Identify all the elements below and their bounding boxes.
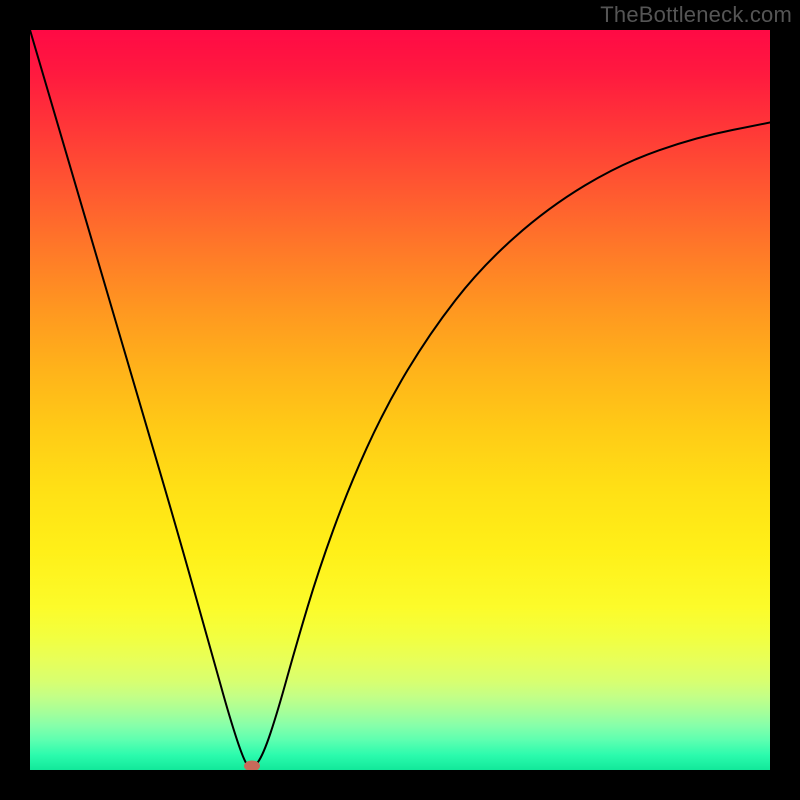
chart-frame: TheBottleneck.com <box>0 0 800 800</box>
minimum-marker <box>244 761 260 770</box>
plot-area <box>30 30 770 770</box>
curve-path <box>30 30 770 768</box>
watermark-label: TheBottleneck.com <box>600 2 792 28</box>
bottleneck-curve <box>30 30 770 770</box>
